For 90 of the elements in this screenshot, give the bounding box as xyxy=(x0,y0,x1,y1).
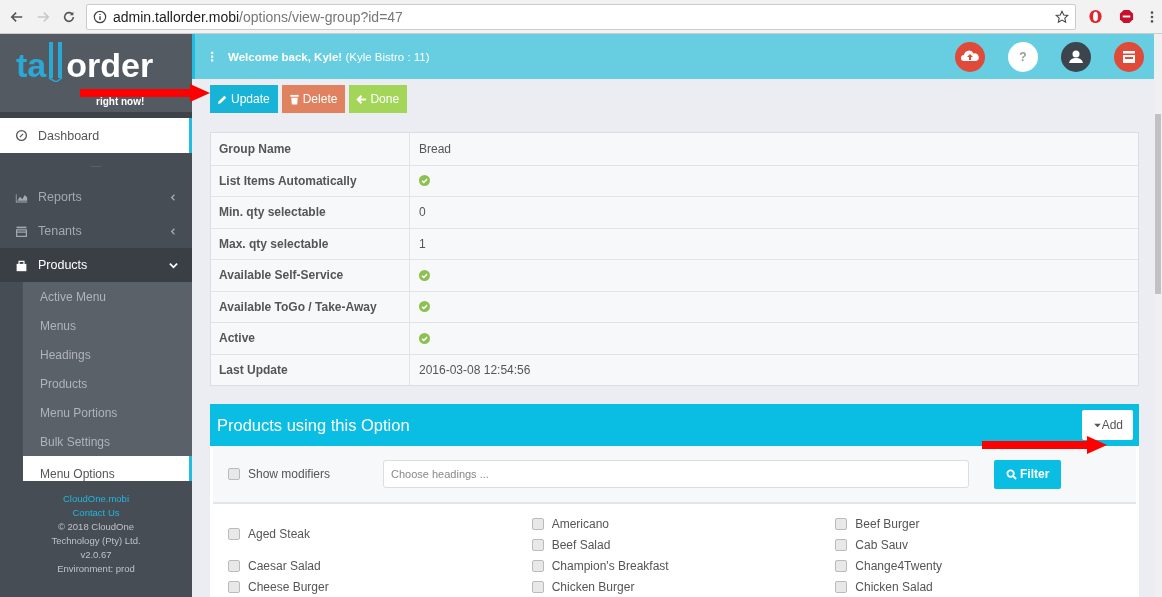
store-icon xyxy=(15,224,28,238)
checkbox[interactable] xyxy=(228,468,240,480)
search-icon xyxy=(1006,468,1017,480)
arrow-left-icon xyxy=(356,93,368,105)
menu-icon[interactable] xyxy=(1150,9,1154,24)
logo-tagline: right now! xyxy=(96,96,145,107)
submenu-item[interactable]: Headings xyxy=(23,340,192,369)
pencil-icon xyxy=(217,93,228,105)
checkbox[interactable] xyxy=(228,580,240,593)
table-cell: Active xyxy=(211,323,410,354)
checkbox-label: Chicken Salad xyxy=(855,579,933,594)
table-cell: 0 xyxy=(419,205,426,220)
bag-icon xyxy=(15,258,28,272)
url-path: /options/view-group?id=47 xyxy=(239,8,403,25)
welcome-text: Welcome back, Kyle! (Kyle Bistro : 11) xyxy=(228,50,430,63)
checkbox[interactable] xyxy=(531,559,544,572)
help-button[interactable]: ? xyxy=(1008,41,1038,72)
table-cell: Group Name xyxy=(211,133,410,165)
submenu-item[interactable]: Menu Portions xyxy=(23,398,192,427)
nav-item[interactable]: Products xyxy=(0,248,192,282)
table-cell: 2016-03-08 12:54:56 xyxy=(419,362,531,377)
table-cell: List Items Automatically xyxy=(211,165,410,196)
adblock-icon[interactable] xyxy=(1119,9,1134,24)
table-cell: Bread xyxy=(419,141,452,156)
checkbox[interactable] xyxy=(835,559,848,572)
update-button[interactable]: Update xyxy=(210,85,278,113)
checkbox-label: Change4Twenty xyxy=(855,558,943,573)
star-icon[interactable] xyxy=(1055,9,1069,24)
submenu-item[interactable]: Bulk Settings xyxy=(23,427,192,456)
table-cell: Available Self-Service xyxy=(211,260,410,291)
footer-text: © 2018 CloudOne xyxy=(57,521,135,532)
checkbox[interactable] xyxy=(835,538,848,551)
checkbox-label: Caesar Salad xyxy=(248,558,321,573)
checkbox-label: Aged Steak xyxy=(248,527,311,541)
info-icon[interactable] xyxy=(93,9,107,24)
chevron-left-icon xyxy=(169,226,178,236)
address-bar[interactable]: admin.tallorder.mobi/options/view-group?id=47 xyxy=(86,3,1076,30)
table-cell: Available ToGo / Take-Away xyxy=(211,291,410,322)
checkbox[interactable] xyxy=(228,528,240,540)
submenu-item[interactable]: Menus xyxy=(23,311,192,340)
checkbox-label: Americano xyxy=(551,516,610,531)
submenu-item[interactable]: Active Menu xyxy=(23,282,192,311)
back-icon[interactable] xyxy=(10,9,24,24)
checkbox-label: Beef Burger xyxy=(855,516,920,531)
checkbox[interactable] xyxy=(531,517,544,530)
caret-down-icon xyxy=(1093,422,1101,428)
checkbox-label: Beef Salad xyxy=(551,537,611,552)
panel-title: Products using this Option xyxy=(217,415,410,435)
chevron-down-icon xyxy=(169,260,178,270)
checkbox-label: Cheese Burger xyxy=(248,579,329,594)
submenu-item[interactable]: Menu Options xyxy=(23,456,192,481)
checkbox[interactable] xyxy=(835,580,848,593)
add-button[interactable]: Add xyxy=(1081,410,1133,440)
nav-item[interactable]: Dashboard xyxy=(0,118,192,153)
delete-button[interactable]: Delete xyxy=(281,85,346,113)
checkbox[interactable] xyxy=(228,559,240,572)
checkbox[interactable] xyxy=(835,517,848,530)
checkbox-label: Chicken Burger xyxy=(551,579,635,594)
checkbox[interactable] xyxy=(531,580,544,593)
nav-item[interactable]: Reports xyxy=(0,180,192,214)
checkbox-label: Show modifiers xyxy=(248,467,331,481)
chevron-left-icon xyxy=(169,192,178,202)
user-icon[interactable] xyxy=(1061,41,1091,72)
footer-link[interactable]: CloudOne.mobi xyxy=(63,493,129,504)
table-cell: 1 xyxy=(419,236,426,251)
done-button[interactable]: Done xyxy=(349,85,408,113)
table-cell: Max. qty selectable xyxy=(211,228,410,259)
store-icon[interactable] xyxy=(1114,41,1144,72)
logo: ta order xyxy=(16,40,154,82)
filter-button[interactable]: Filter xyxy=(994,459,1062,489)
table-cell: Min. qty selectable xyxy=(211,197,410,228)
checkbox[interactable] xyxy=(531,538,544,551)
opera-icon[interactable] xyxy=(1088,9,1103,24)
footer-link[interactable]: Contact Us xyxy=(72,507,120,518)
checkbox-label: Cab Sauv xyxy=(855,537,909,552)
checkbox-label: Champion's Breakfast xyxy=(551,558,669,573)
trash-icon xyxy=(288,93,300,105)
footer-text: v2.0.67 xyxy=(80,549,112,560)
reload-icon[interactable] xyxy=(62,9,76,24)
kebab-icon[interactable] xyxy=(211,50,214,63)
submenu-item[interactable]: Products xyxy=(23,369,192,398)
headings-field[interactable]: Choose headings ... xyxy=(383,460,969,488)
nav-item[interactable]: Tenants xyxy=(0,214,192,248)
scrollbar-thumb[interactable] xyxy=(1155,114,1161,294)
footer-text: Environment: prod xyxy=(57,563,135,574)
gauge-icon xyxy=(15,129,28,142)
footer-text: Technology (Pty) Ltd. xyxy=(51,535,141,546)
url-host: admin.tallorder.mobi xyxy=(113,8,240,25)
cloud-upload-icon[interactable] xyxy=(955,41,985,72)
table-cell: Last Update xyxy=(211,354,410,385)
